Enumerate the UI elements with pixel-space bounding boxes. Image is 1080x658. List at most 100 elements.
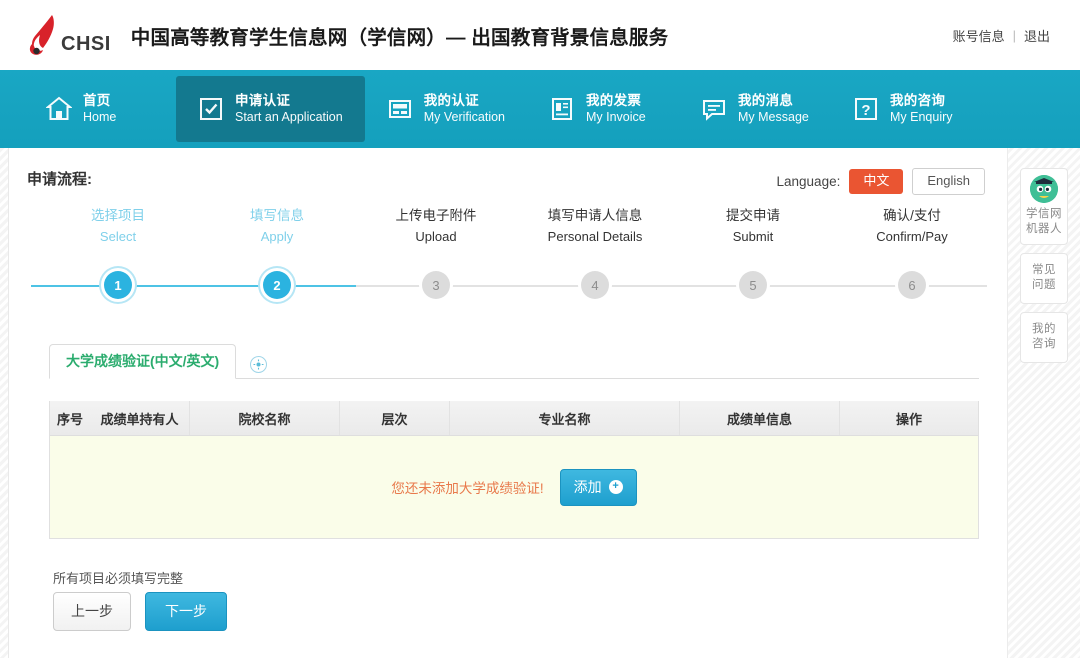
step-label-4[interactable]: 填写申请人信息 Personal Details bbox=[515, 206, 675, 247]
page-root: CHSI 中国高等教育学生信息网（学信网）— 出国教育背景信息服务 账号信息 |… bbox=[0, 0, 1080, 658]
stepper-rail: 1 2 3 4 5 6 bbox=[31, 271, 987, 299]
nav-item-my-invoice[interactable]: 我的发票 My Invoice bbox=[527, 76, 679, 142]
step-en: Select bbox=[99, 229, 137, 244]
rail-label-line1: 学信网 bbox=[1026, 208, 1062, 220]
step-dot-6[interactable]: 6 bbox=[898, 271, 926, 299]
nav-label-en: Start an Application bbox=[235, 109, 343, 124]
nav-item-my-message[interactable]: 我的消息 My Message bbox=[679, 76, 831, 142]
nav-label-en: My Invoice bbox=[586, 109, 646, 124]
language-button-chinese[interactable]: 中文 bbox=[849, 169, 904, 195]
rail-item-chatbot[interactable]: 学信网 机器人 bbox=[1020, 168, 1068, 245]
stepper-rail-progress bbox=[31, 285, 356, 287]
table-header-cell-transcript-info: 成绩单信息 bbox=[680, 401, 840, 435]
site-header: CHSI 中国高等教育学生信息网（学信网）— 出国教育背景信息服务 账号信息 |… bbox=[0, 0, 1080, 70]
site-logo[interactable]: CHSI bbox=[26, 12, 111, 58]
nav-label-en: My Enquiry bbox=[890, 109, 953, 124]
rail-item-faq[interactable]: 常见 问题 bbox=[1020, 253, 1068, 304]
step-dot-2[interactable]: 2 bbox=[263, 271, 291, 299]
rail-label-line2: 问题 bbox=[1032, 279, 1056, 291]
step-label-2[interactable]: 填写信息 Apply bbox=[197, 206, 357, 247]
table-header-cell-index: 序号 bbox=[56, 411, 83, 427]
step-dot-4[interactable]: 4 bbox=[581, 271, 609, 299]
step-label-6[interactable]: 确认/支付 Confirm/Pay bbox=[832, 206, 992, 247]
table-header-cell-actions: 操作 bbox=[895, 411, 922, 427]
tab-label-main: 大学成绩验证 bbox=[66, 353, 150, 369]
account-info-link[interactable]: 账号信息 bbox=[953, 26, 1005, 45]
robot-avatar-icon bbox=[1030, 175, 1058, 203]
home-icon bbox=[46, 96, 72, 122]
step-dot-1[interactable]: 1 bbox=[104, 271, 132, 299]
form-requirement-note: 所有项目必须填写完整 bbox=[53, 571, 184, 586]
add-button-label: 添加 bbox=[573, 478, 602, 495]
nav-item-my-enquiry[interactable]: ? 我的咨询 My Enquiry bbox=[831, 76, 983, 142]
chsi-flame-logo-icon bbox=[26, 14, 60, 58]
step-cn: 填写申请人信息 bbox=[547, 208, 643, 223]
step-label-3[interactable]: 上传电子附件 Upload bbox=[356, 206, 516, 247]
previous-step-button[interactable]: 上一步 bbox=[53, 592, 131, 631]
nav-item-start-application[interactable]: 申请认证 Start an Application bbox=[176, 76, 365, 142]
main-navigation: 首页 Home 申请认证 Start an Application 我的认证 M… bbox=[0, 70, 1080, 148]
step-en: Upload bbox=[415, 229, 457, 244]
nav-label-en: Home bbox=[83, 109, 117, 124]
nav-label-cn: 申请认证 bbox=[235, 92, 291, 108]
table-header-row: 序号 成绩单持有人 院校名称 层次 专业名称 成绩单信息 操作 bbox=[50, 401, 978, 436]
language-button-english[interactable]: English bbox=[912, 168, 985, 196]
step-cn: 确认/支付 bbox=[883, 208, 941, 223]
nav-item-home[interactable]: 首页 Home bbox=[24, 76, 176, 142]
step-label-1[interactable]: 选择项目 Select bbox=[38, 206, 198, 247]
table-header-cell-school: 院校名称 bbox=[190, 401, 340, 435]
flow-heading: 申请流程: bbox=[27, 171, 92, 188]
form-actions: 上一步 下一步 bbox=[53, 592, 227, 631]
logout-link[interactable]: 退出 bbox=[1024, 26, 1050, 45]
empty-state-message: 您还未添加大学成绩验证! bbox=[391, 481, 544, 496]
link-separator: | bbox=[1012, 28, 1016, 43]
table-header-cell-level: 层次 bbox=[340, 401, 450, 435]
step-en: Confirm/Pay bbox=[876, 229, 948, 244]
verification-icon bbox=[387, 96, 413, 122]
application-stepper: 选择项目 Select 填写信息 Apply 上传电子附件 Upload 填写申… bbox=[9, 206, 1009, 299]
tab-label-sub: (中文/英文) bbox=[150, 353, 220, 369]
step-label-5[interactable]: 提交申请 Submit bbox=[673, 206, 833, 247]
step-cn: 选择项目 bbox=[91, 208, 145, 223]
main-content-panel: 申请流程: Language: 中文 English 选择项目 Select 填… bbox=[8, 148, 1008, 658]
table-header-cell-major: 专业名称 bbox=[450, 401, 680, 435]
checkbox-icon bbox=[198, 96, 224, 122]
transcript-table: 序号 成绩单持有人 院校名称 层次 专业名称 成绩单信息 操作 您还未添加大学成… bbox=[49, 401, 979, 539]
svg-text:?: ? bbox=[861, 102, 870, 119]
step-dot-5[interactable]: 5 bbox=[739, 271, 767, 299]
language-switcher: Language: 中文 English bbox=[777, 168, 985, 196]
nav-label-cn: 我的认证 bbox=[423, 92, 479, 108]
step-en: Personal Details bbox=[547, 229, 643, 244]
step-dot-3[interactable]: 3 bbox=[422, 271, 450, 299]
logo-text: CHSI bbox=[61, 33, 111, 55]
tab-university-transcript[interactable]: 大学成绩验证(中文/英文) bbox=[49, 344, 237, 379]
rail-label-line1: 常见 bbox=[1032, 264, 1056, 276]
nav-item-my-verification[interactable]: 我的认证 My Verification bbox=[365, 76, 527, 142]
step-cn: 上传电子附件 bbox=[395, 208, 477, 223]
step-cn: 提交申请 bbox=[726, 208, 780, 223]
nav-label-cn: 我的发票 bbox=[586, 92, 642, 108]
nav-label-en: My Verification bbox=[423, 109, 505, 124]
message-icon bbox=[701, 96, 727, 122]
rail-label-line2: 机器人 bbox=[1026, 223, 1062, 235]
next-step-button[interactable]: 下一步 bbox=[145, 592, 227, 631]
rail-label-line1: 我的 bbox=[1032, 323, 1056, 335]
table-empty-state: 您还未添加大学成绩验证! 添加 + bbox=[50, 436, 978, 538]
question-icon: ? bbox=[853, 96, 879, 122]
rail-label-line2: 咨询 bbox=[1032, 338, 1056, 350]
content-tabs: 大学成绩验证(中文/英文) bbox=[49, 344, 979, 379]
add-circle-icon[interactable] bbox=[250, 356, 268, 373]
invoice-icon bbox=[549, 96, 575, 122]
nav-label-cn: 我的消息 bbox=[738, 92, 794, 108]
table-header-cell-holder: 成绩单持有人 bbox=[90, 401, 190, 435]
nav-label-cn: 首页 bbox=[83, 92, 111, 108]
right-side-rail: 学信网 机器人 常见 问题 我的 咨询 bbox=[1020, 168, 1068, 363]
step-en: Apply bbox=[260, 229, 294, 244]
step-en: Submit bbox=[732, 229, 774, 244]
step-cn: 填写信息 bbox=[250, 208, 304, 223]
rail-item-my-enquiry[interactable]: 我的 咨询 bbox=[1020, 312, 1068, 363]
nav-label-en: My Message bbox=[738, 109, 809, 124]
add-transcript-button[interactable]: 添加 + bbox=[559, 468, 637, 506]
page-title: 中国高等教育学生信息网（学信网）— 出国教育背景信息服务 bbox=[130, 26, 669, 49]
nav-label-cn: 我的咨询 bbox=[890, 92, 946, 108]
